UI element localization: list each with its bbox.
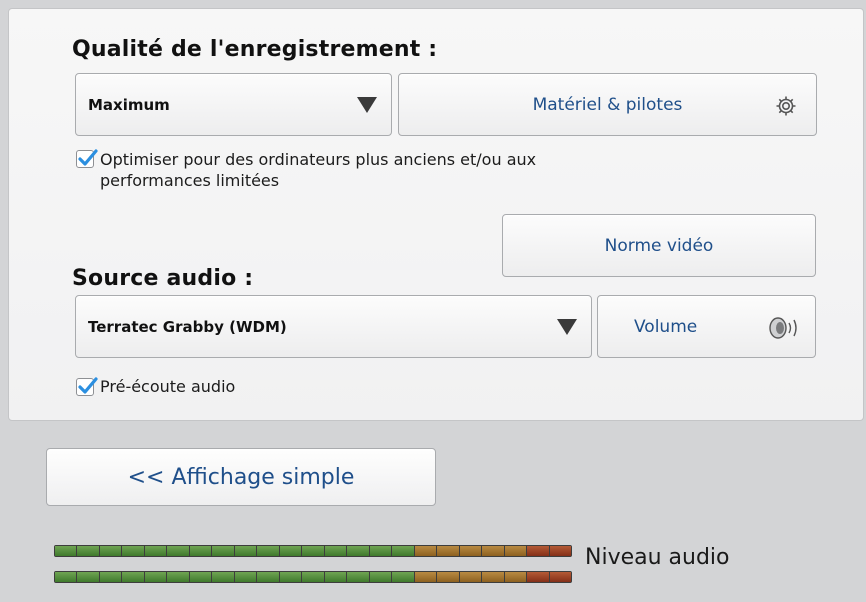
volume-label: Volume [634, 316, 698, 337]
meter-segment [459, 546, 482, 556]
meter-segment [324, 546, 347, 556]
meter-segment [414, 546, 437, 556]
checkmark-icon [78, 149, 98, 166]
meter-segment [459, 572, 482, 582]
meter-segment [234, 546, 257, 556]
meter-segment [392, 572, 414, 582]
optimize-label: Optimiser pour des ordinateurs plus anci… [100, 149, 536, 191]
meter-segment [302, 572, 324, 582]
meter-segment [302, 546, 324, 556]
gear-icon [774, 94, 798, 122]
meter-segment [369, 572, 392, 582]
audio-meter-left [54, 545, 572, 557]
speaker-icon [767, 314, 801, 346]
audio-source-value: Terratec Grabby (WDM) [88, 317, 287, 336]
meter-segment [414, 572, 437, 582]
meter-segment [55, 572, 77, 582]
meter-segment [527, 546, 549, 556]
meter-segment [55, 546, 77, 556]
optimize-label-line2: performances limitées [100, 171, 280, 190]
simple-view-button[interactable]: << Affichage simple [46, 448, 436, 506]
meter-segment [189, 572, 212, 582]
audio-preview-label: Pré-écoute audio [100, 377, 236, 396]
hardware-drivers-button[interactable]: Matériel & pilotes [398, 73, 817, 136]
video-norm-label: Norme vidéo [604, 235, 714, 256]
optimize-checkbox[interactable] [76, 149, 98, 168]
meter-segment [437, 572, 459, 582]
meter-segment [234, 572, 257, 582]
meter-segment [257, 546, 279, 556]
audio-level-label: Niveau audio [585, 545, 730, 570]
meter-segment [77, 572, 99, 582]
meter-segment [77, 546, 99, 556]
meter-segment [122, 546, 144, 556]
meter-segment [392, 546, 414, 556]
meter-segment [279, 546, 302, 556]
recording-settings-panel: Qualité de l'enregistrement : Maximum Ma… [8, 8, 864, 421]
quality-select[interactable]: Maximum [75, 73, 392, 136]
meter-segment [549, 572, 572, 582]
optimize-label-line1: Optimiser pour des ordinateurs plus anci… [100, 150, 537, 169]
meter-segment [347, 572, 369, 582]
meter-segment [144, 546, 167, 556]
audio-meter-right [54, 571, 572, 583]
audio-preview-checkbox[interactable] [76, 377, 98, 396]
meter-segment [279, 572, 302, 582]
meter-segment [482, 572, 504, 582]
audio-source-heading: Source audio : [72, 266, 254, 291]
meter-segment [324, 572, 347, 582]
hardware-drivers-label: Matériel & pilotes [532, 94, 683, 115]
meter-segment [122, 572, 144, 582]
video-norm-button[interactable]: Norme vidéo [502, 214, 816, 277]
meter-segment [189, 546, 212, 556]
chevron-down-icon [357, 96, 377, 113]
meter-segment [504, 546, 527, 556]
meter-segment [167, 546, 189, 556]
audio-source-select[interactable]: Terratec Grabby (WDM) [75, 295, 592, 358]
meter-segment [369, 546, 392, 556]
quality-select-value: Maximum [88, 95, 170, 114]
recording-quality-heading: Qualité de l'enregistrement : [72, 37, 438, 62]
meter-segment [99, 546, 122, 556]
meter-segment [504, 572, 527, 582]
meter-segment [167, 572, 189, 582]
checkmark-icon [78, 377, 98, 394]
meter-segment [212, 572, 234, 582]
meter-segment [482, 546, 504, 556]
meter-segment [257, 572, 279, 582]
volume-button[interactable]: Volume [597, 295, 816, 358]
chevron-down-icon [557, 318, 577, 335]
meter-segment [549, 546, 572, 556]
meter-segment [437, 546, 459, 556]
meter-segment [99, 572, 122, 582]
meter-segment [212, 546, 234, 556]
meter-segment [347, 546, 369, 556]
meter-segment [527, 572, 549, 582]
meter-segment [144, 572, 167, 582]
